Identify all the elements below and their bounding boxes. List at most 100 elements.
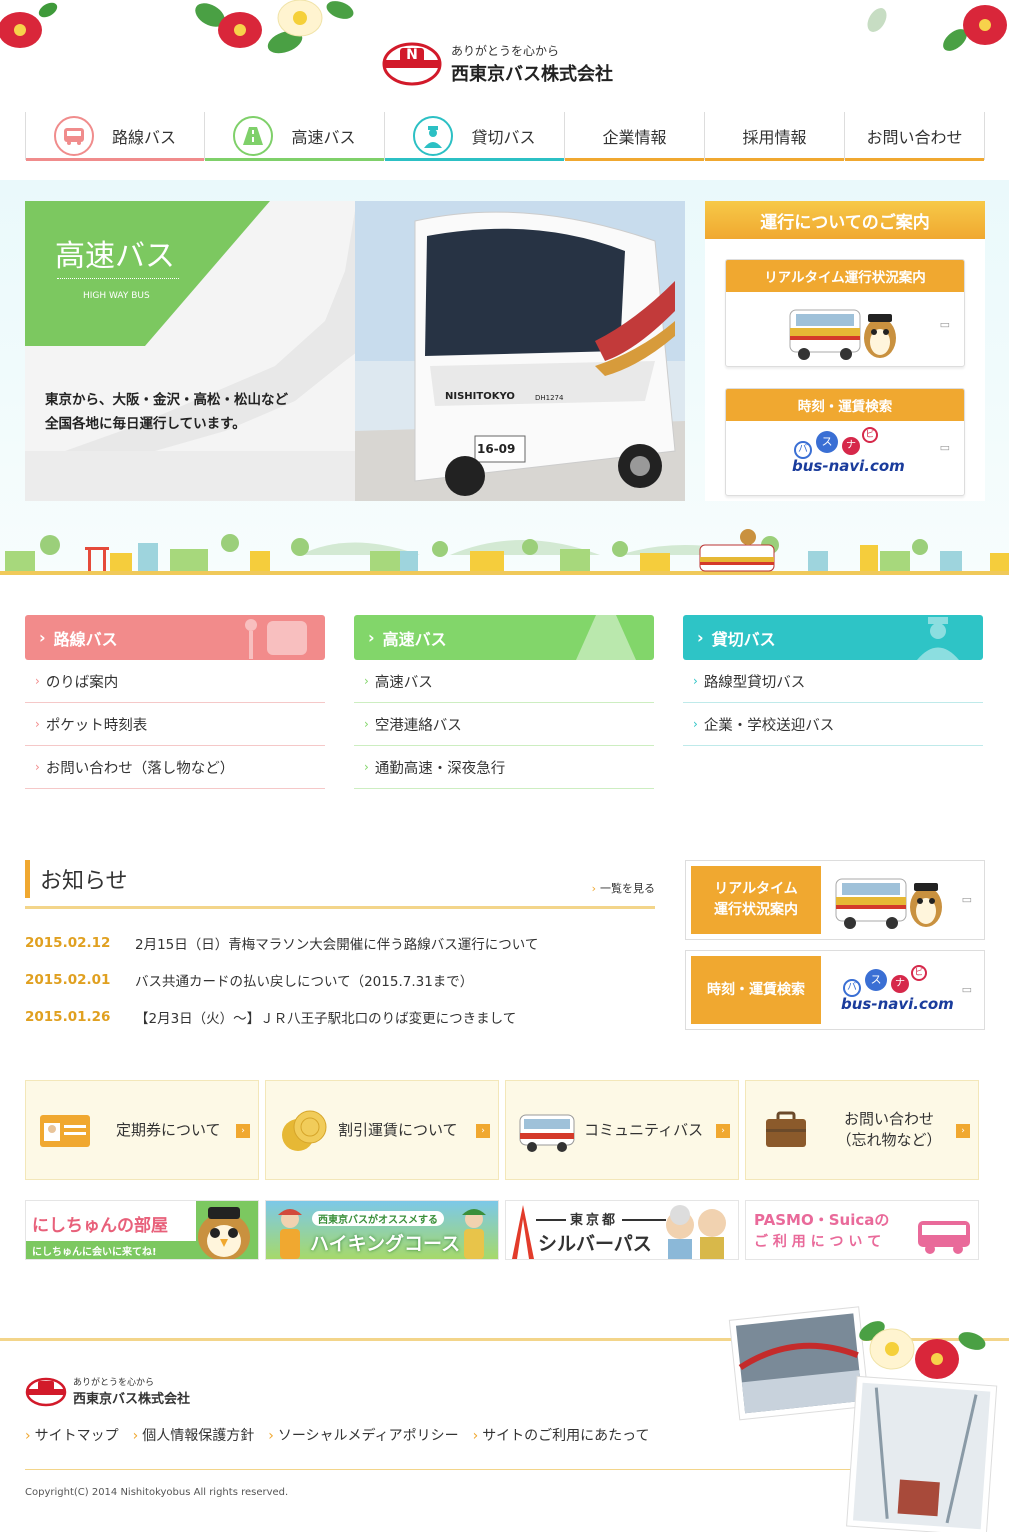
footer-link[interactable]: › 個人情報保護方針 (133, 1425, 255, 1445)
footer-link[interactable]: › サイトのご利用にあたって (473, 1425, 650, 1445)
nav-route-bus[interactable]: 路線バス (25, 112, 205, 161)
driver-icon (917, 617, 959, 660)
list-item[interactable]: › のりば案内 (25, 660, 325, 703)
busnavi-kana-na: ナ (891, 975, 909, 993)
nav-underline (205, 158, 384, 161)
list-item[interactable]: › 通勤高速・深夜急行 (354, 746, 654, 789)
list-item-label: 高速バス (374, 674, 433, 691)
leaf-decoration (867, 8, 887, 32)
banner-silver-title: シルバーパス (538, 1233, 652, 1255)
bus-stop-icon (245, 619, 307, 659)
news-item[interactable]: 2015.02.01 バス共通カードの払い戻しについて（2015.7.31まで） (25, 961, 655, 998)
banner-pasmo-suica[interactable]: PASMO・Suicaの ご 利 用 に つ い て (745, 1200, 979, 1260)
list-item-label: のりば案内 (45, 674, 119, 691)
chevron-right-icon: › (25, 1428, 31, 1444)
camellia-decoration-center (195, 0, 354, 54)
footer-link[interactable]: › サイトマップ (25, 1425, 119, 1445)
side-search-button[interactable]: 時刻・運賃検索 バ ス ナ ビ bus-navi.com ▭ (685, 950, 985, 1030)
banner-pasmo-top: PASMO・Suicaの (754, 1211, 890, 1229)
bus-code-text: DH1274 (535, 394, 564, 402)
footer-photos (728, 1306, 998, 1532)
info-discount-fare[interactable]: 割引運賃について › (265, 1080, 499, 1180)
list-item-label: 通勤高速・深夜急行 (374, 760, 506, 777)
pass-card-icon (40, 1115, 90, 1147)
nav-contact[interactable]: お問い合わせ (845, 112, 985, 161)
banner-nishichun-room[interactable]: にしちゅんの部屋 にしちゅんに会いに来てね! (25, 1200, 259, 1260)
footer-tagline: ありがとうを心から (73, 1378, 155, 1388)
timetable-search-card[interactable]: 時刻・運賃検索 バ ス ナ ビ bus-navi.com ▭ (725, 388, 965, 496)
chevron-right-icon: › (472, 1428, 479, 1444)
site-logo[interactable]: N ありがとうを心から 西東京バス株式会社 (381, 42, 641, 86)
news-item[interactable]: 2015.02.12 2月15日（日）青梅マラソン大会開催に伴う路線バス運行につい… (25, 924, 655, 961)
nav-recruit[interactable]: 採用情報 (705, 112, 845, 161)
side-search-label: 時刻・運賃検索 (691, 956, 821, 1024)
chevron-right-icon: › (364, 717, 369, 731)
footer-link-label: サイトのご利用にあたって (482, 1428, 650, 1444)
list-item-label: 空港連絡バス (374, 717, 462, 734)
list-item-label: 路線型貸切バス (703, 674, 806, 691)
column-header-charter-bus[interactable]: › 貸切バス (683, 615, 983, 660)
bus-mascot-illustration (789, 309, 896, 360)
hiker-illustration (462, 1209, 486, 1259)
nav-company-info[interactable]: 企業情報 (565, 112, 705, 161)
side-realtime-label: リアルタイム運行状況案内 (691, 866, 821, 934)
news-item[interactable]: 2015.01.26 【2月3日（火）～】ＪＲ八王子駅北口のりば変更につきまして (25, 998, 655, 1035)
logo-company-name: 西東京バス株式会社 (451, 64, 613, 85)
nav-contact-label: お問い合わせ (866, 128, 963, 147)
footer-link-label: ソーシャルメディアポリシー (277, 1428, 459, 1444)
nav-underline (565, 158, 704, 161)
chevron-right-icon: › (368, 628, 375, 647)
banner-hiking-course[interactable]: 西東京バスがオススメする ハイキングコース (265, 1200, 499, 1260)
chevron-right-icon: › (35, 760, 40, 774)
column-title: 貸切バス (711, 629, 776, 649)
info-contact-lost[interactable]: お問い合わせ（忘れ物など） › (745, 1080, 979, 1180)
realtime-status-card-header: リアルタイム運行状況案内 (726, 260, 964, 292)
chevron-right-icon: › (39, 628, 46, 647)
tokyo-tower-icon (512, 1205, 534, 1259)
pink-bus-icon (918, 1221, 970, 1254)
list-item[interactable]: › お問い合わせ（落し物など） (25, 746, 325, 789)
side-realtime-button[interactable]: リアルタイム運行状況案内 ▭ (685, 860, 985, 940)
info-commuter-pass[interactable]: 定期券について › (25, 1080, 259, 1180)
external-link-icon: ▭ (961, 893, 972, 906)
chevron-right-icon: › (591, 882, 596, 895)
list-item[interactable]: › 企業・学校送迎バス (683, 703, 983, 746)
list-item[interactable]: › ポケット時刻表 (25, 703, 325, 746)
external-link-icon: ▭ (939, 441, 950, 454)
column-header-route-bus[interactable]: › 路線バス (25, 615, 325, 660)
town-illustration (0, 529, 1009, 575)
chevron-right-icon: › (35, 717, 40, 731)
timetable-search-card-header: 時刻・運賃検索 (726, 389, 964, 421)
column-title: 路線バス (53, 629, 118, 649)
community-bus-icon (519, 1114, 575, 1152)
banner-silver-pass[interactable]: 東京都 シルバーパス (505, 1200, 739, 1260)
owl-mascot-illustration (198, 1207, 250, 1259)
news-list: 2015.02.12 2月15日（日）青梅マラソン大会開催に伴う路線バス運行につい… (25, 924, 655, 1035)
list-item[interactable]: › 高速バス (354, 660, 654, 703)
elderly-couple-illustration (666, 1205, 726, 1259)
list-item-label: ポケット時刻表 (45, 717, 148, 734)
footer-link[interactable]: › ソーシャルメディアポリシー (268, 1425, 458, 1445)
column-header-highway-bus[interactable]: › 高速バス (354, 615, 654, 660)
info-label: お問い合わせ（忘れ物など） (836, 1110, 942, 1149)
highway-bus-hero[interactable]: 高速バス HIGH WAY BUS NISHITOKYO DH1274 16-0… (25, 201, 685, 501)
list-item[interactable]: › 路線型貸切バス (683, 660, 983, 703)
news-more-link[interactable]: › 一覧を見る (592, 880, 655, 896)
nav-underline (26, 158, 204, 161)
footer-logo[interactable]: ありがとうを心から 西東京バス株式会社 (25, 1375, 225, 1411)
list-item-label: 企業・学校送迎バス (703, 717, 835, 734)
chevron-right-icon: › (132, 1428, 139, 1444)
list-item[interactable]: › 空港連絡バス (354, 703, 654, 746)
highway-road-icon (576, 615, 636, 660)
nav-highway-bus[interactable]: 高速バス (205, 112, 385, 161)
timetable-search-label: 時刻・運賃検索 (797, 399, 893, 415)
chevron-right-icon: › (364, 760, 369, 774)
realtime-status-card[interactable]: リアルタイム運行状況案内 ▭ (725, 259, 965, 367)
hero-title: 高速バス (55, 239, 175, 274)
coins-icon (282, 1110, 327, 1151)
nav-underline (385, 158, 564, 161)
info-community-bus[interactable]: コミュニティバス › (505, 1080, 739, 1180)
news-title: お知らせ (40, 869, 128, 894)
nav-charter-bus[interactable]: 貸切バス (385, 112, 565, 161)
news-date: 2015.02.12 (25, 934, 111, 951)
